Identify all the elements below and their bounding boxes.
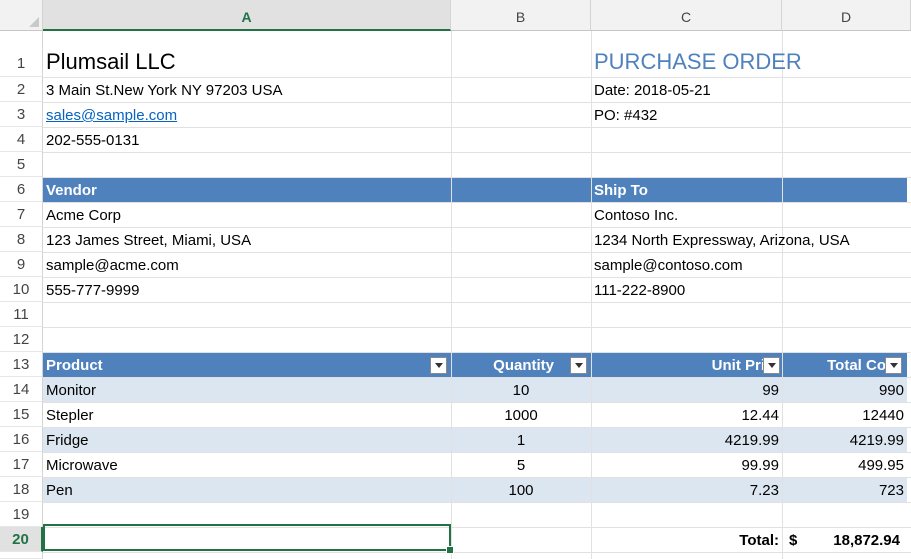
spreadsheet-grid[interactable]: A B C D 1 2 3 4 5 6 7 8 9 10 11 12 13 14… — [0, 0, 911, 559]
table-header-product[interactable]: Product — [43, 352, 428, 377]
filter-dropdown-icon — [889, 363, 898, 368]
table-cell-product[interactable]: Fridge — [43, 427, 451, 452]
row-header-1[interactable]: 1 — [0, 31, 43, 77]
company-address[interactable]: 3 Main St.New York NY 97203 USA — [43, 77, 451, 102]
ship-to-email[interactable]: sample@contoso.com — [591, 252, 911, 277]
table-header-quantity[interactable]: Quantity — [451, 352, 557, 377]
column-header-d[interactable]: D — [782, 0, 911, 31]
row-header-17[interactable]: 17 — [0, 452, 43, 477]
vendor-phone[interactable]: 555-777-9999 — [43, 277, 451, 302]
table-cell-unit-price[interactable]: 99.99 — [591, 452, 782, 477]
filter-dropdown-icon — [574, 363, 583, 368]
fill-handle[interactable] — [446, 546, 454, 554]
vendor-address[interactable]: 123 James Street, Miami, USA — [43, 227, 451, 252]
gridline — [43, 327, 911, 328]
table-cell-unit-price[interactable]: 99 — [591, 377, 782, 402]
filter-dropdown-icon — [434, 363, 443, 368]
table-cell-product[interactable]: Stepler — [43, 402, 451, 427]
total-label[interactable]: Total: — [700, 527, 782, 552]
table-cell-unit-price[interactable]: 7.23 — [591, 477, 782, 502]
row-header-8[interactable]: 8 — [0, 227, 43, 252]
gridline — [43, 152, 911, 153]
company-email-cell[interactable]: sales@sample.com — [43, 102, 451, 127]
company-phone[interactable]: 202-555-0131 — [43, 127, 451, 152]
table-cell-quantity[interactable]: 1000 — [451, 402, 591, 427]
row-header-21[interactable]: 21 — [0, 552, 43, 559]
total-value[interactable]: 18,872.94 — [806, 527, 903, 552]
row-header-4[interactable]: 4 — [0, 127, 43, 152]
ship-to-address[interactable]: 1234 North Expressway, Arizona, USA — [591, 227, 911, 252]
row-header-11[interactable]: 11 — [0, 302, 43, 327]
product-filter-button[interactable] — [430, 357, 447, 374]
table-cell-product[interactable]: Monitor — [43, 377, 451, 402]
table-cell-quantity[interactable]: 100 — [451, 477, 591, 502]
row-header-3[interactable]: 3 — [0, 102, 43, 127]
column-header-a[interactable]: A — [43, 0, 451, 31]
select-all-triangle-icon — [29, 17, 39, 27]
gridline — [43, 552, 911, 553]
row-header-10[interactable]: 10 — [0, 277, 43, 302]
total-cost-filter-button[interactable] — [885, 357, 902, 374]
order-date[interactable]: Date: 2018-05-21 — [591, 77, 782, 102]
column-header-b[interactable]: B — [451, 0, 591, 31]
table-cell-unit-price[interactable]: 4219.99 — [591, 427, 782, 452]
row-header-16[interactable]: 16 — [0, 427, 43, 452]
purchase-order-title[interactable]: PURCHASE ORDER — [591, 47, 911, 77]
table-cell-quantity[interactable]: 10 — [451, 377, 591, 402]
table-cell-product[interactable]: Microwave — [43, 452, 451, 477]
row-header-20[interactable]: 20 — [0, 527, 43, 552]
unit-price-filter-button[interactable] — [763, 357, 780, 374]
vendor-header[interactable]: Vendor — [43, 177, 451, 202]
ship-to-header[interactable]: Ship To — [591, 177, 782, 202]
table-header-total-cost[interactable]: Total Co — [800, 352, 886, 377]
row-header-19[interactable]: 19 — [0, 502, 43, 527]
row-header-9[interactable]: 9 — [0, 252, 43, 277]
column-header-c[interactable]: C — [591, 0, 782, 31]
table-cell-total[interactable]: 990 — [782, 377, 907, 402]
table-header-unit-price[interactable]: Unit Pri — [640, 352, 765, 377]
row-header-5[interactable]: 5 — [0, 152, 43, 177]
row-header-2[interactable]: 2 — [0, 77, 43, 102]
vendor-email[interactable]: sample@acme.com — [43, 252, 451, 277]
table-cell-total[interactable]: 499.95 — [782, 452, 907, 477]
order-po-number[interactable]: PO: #432 — [591, 102, 782, 127]
filter-dropdown-icon — [767, 363, 776, 368]
table-cell-unit-price[interactable]: 12.44 — [591, 402, 782, 427]
table-cell-product[interactable]: Pen — [43, 477, 451, 502]
row-header-7[interactable]: 7 — [0, 202, 43, 227]
row-header-15[interactable]: 15 — [0, 402, 43, 427]
row-header-13[interactable]: 13 — [0, 352, 43, 377]
row-header-6[interactable]: 6 — [0, 177, 43, 202]
table-cell-quantity[interactable]: 1 — [451, 427, 591, 452]
vendor-name[interactable]: Acme Corp — [43, 202, 451, 227]
table-cell-total[interactable]: 4219.99 — [782, 427, 907, 452]
active-cell-selection[interactable] — [43, 524, 451, 551]
row-header-14[interactable]: 14 — [0, 377, 43, 402]
gridline — [43, 302, 911, 303]
select-all-corner[interactable] — [0, 0, 43, 31]
table-cell-total[interactable]: 12440 — [782, 402, 907, 427]
ship-to-name[interactable]: Contoso Inc. — [591, 202, 911, 227]
table-cell-total[interactable]: 723 — [782, 477, 907, 502]
total-currency[interactable]: $ — [786, 527, 806, 552]
ship-to-phone[interactable]: 111-222-8900 — [591, 277, 911, 302]
table-cell-quantity[interactable]: 5 — [451, 452, 591, 477]
quantity-filter-button[interactable] — [570, 357, 587, 374]
company-email-link[interactable]: sales@sample.com — [46, 107, 177, 124]
company-name[interactable]: Plumsail LLC — [43, 47, 451, 77]
row-header-12[interactable]: 12 — [0, 327, 43, 352]
gridline — [43, 502, 911, 503]
row-header-18[interactable]: 18 — [0, 477, 43, 502]
